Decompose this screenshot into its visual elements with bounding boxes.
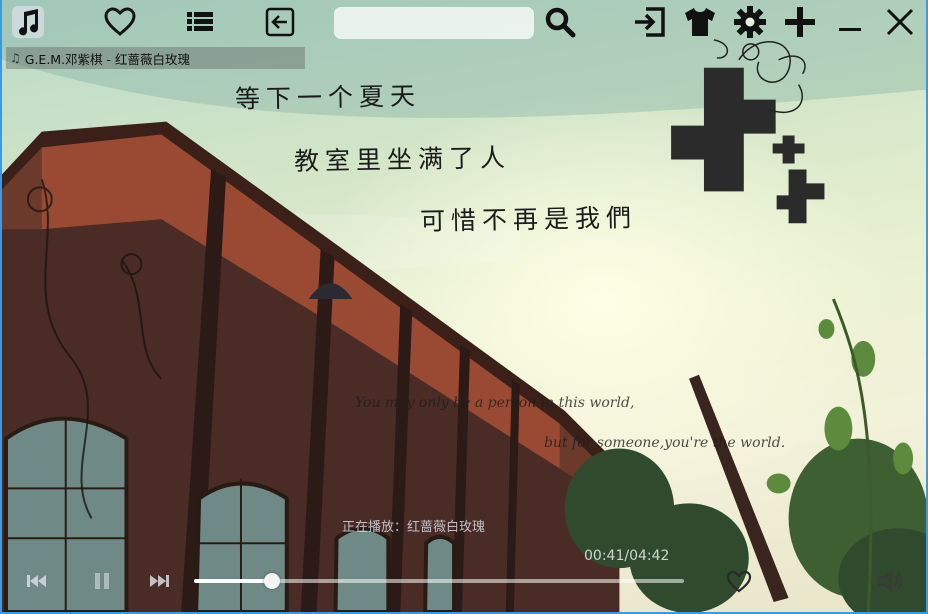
time-readout: 00:41/04:42 <box>584 548 670 564</box>
settings-gear-icon[interactable] <box>732 4 768 40</box>
wallpaper-quote-line-2: but for someone,you're the world. <box>544 435 786 451</box>
now-playing-bar: ♫ G.E.M.邓紫棋 - 红蔷薇白玫瑰 <box>6 47 305 69</box>
skin-shirt-icon[interactable] <box>682 4 718 40</box>
lyric-line-2: 教室里坐满了人 <box>293 143 512 176</box>
music-player-window: ♫ G.E.M.邓紫棋 - 红蔷薇白玫瑰 等下一个夏天 教室里坐满了人 可惜不再… <box>0 0 928 614</box>
previous-track-icon[interactable] <box>22 566 52 596</box>
heart-icon[interactable] <box>102 4 138 40</box>
wallpaper-quote-line-1: You may only be a person in this world, <box>355 395 635 411</box>
close-icon[interactable] <box>882 4 918 40</box>
next-track-icon[interactable] <box>144 566 174 596</box>
favorite-heart-icon[interactable] <box>724 566 754 596</box>
music-library-icon[interactable] <box>10 4 46 40</box>
progress-fill <box>194 579 273 583</box>
lyric-line-3: 可惜不再是我們 <box>419 203 638 236</box>
minimize-icon[interactable] <box>832 4 868 40</box>
progress-bar[interactable] <box>194 573 684 589</box>
volume-icon[interactable] <box>875 566 905 596</box>
top-toolbar <box>2 0 926 46</box>
music-note-icon: ♫ <box>10 51 21 65</box>
playing-status: 正在播放：红蔷薇白玫瑰 <box>342 520 486 535</box>
search-icon[interactable] <box>542 4 578 40</box>
search-input[interactable] <box>334 7 534 39</box>
play-pause-icon[interactable] <box>87 566 117 596</box>
login-icon[interactable] <box>632 4 668 40</box>
lyric-line-1: 等下一个夏天 <box>234 81 422 114</box>
back-icon[interactable] <box>262 4 298 40</box>
add-icon[interactable] <box>782 4 818 40</box>
now-playing-title: G.E.M.邓紫棋 - 红蔷薇白玫瑰 <box>24 51 191 67</box>
playlist-icon[interactable] <box>182 4 218 40</box>
